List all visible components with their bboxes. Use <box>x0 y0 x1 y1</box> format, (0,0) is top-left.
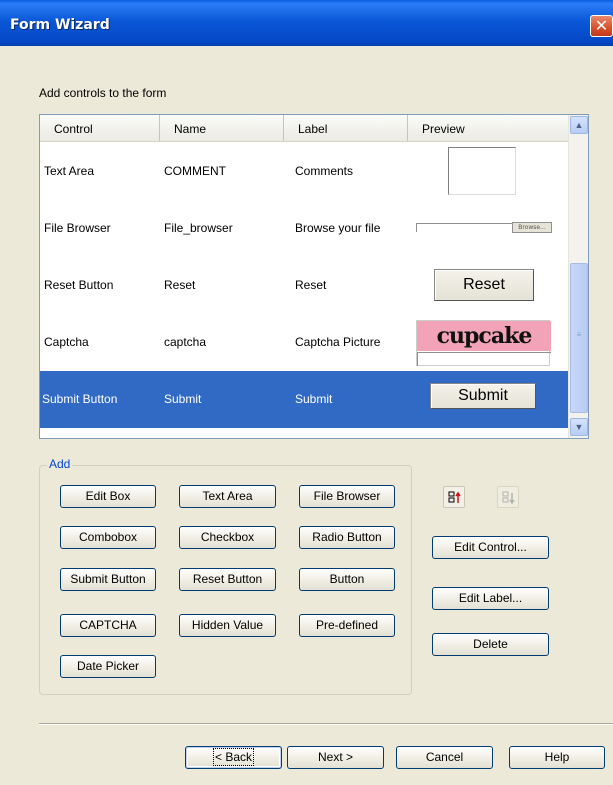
help-button[interactable]: Help <box>509 746 605 769</box>
add-pre-defined-button[interactable]: Pre-defined <box>299 614 395 637</box>
preview-file-browser: Browse... <box>416 222 552 234</box>
row-control: Captcha <box>44 335 89 349</box>
scroll-down-button[interactable]: ▼ <box>570 418 588 436</box>
row-control: Reset Button <box>44 278 114 292</box>
edit-label-button[interactable]: Edit Label... <box>432 587 549 610</box>
edit-control-button[interactable]: Edit Control... <box>432 536 549 559</box>
add-file-browser-button[interactable]: File Browser <box>299 485 395 508</box>
vertical-scrollbar[interactable]: ▲ ≡ ▼ <box>568 115 588 438</box>
add-combobox-button[interactable]: Combobox <box>60 526 156 549</box>
add-button-button[interactable]: Button <box>299 568 395 591</box>
grip-icon: ≡ <box>576 330 582 339</box>
table-row[interactable]: Reset Button Reset Reset Reset <box>40 257 568 314</box>
row-control: Submit Button <box>42 392 118 406</box>
window-title: Form Wizard <box>10 17 110 33</box>
move-up-icon <box>448 491 461 503</box>
add-text-area-button[interactable]: Text Area <box>179 485 276 508</box>
cancel-button[interactable]: Cancel <box>396 746 493 769</box>
move-down-button[interactable] <box>497 486 519 508</box>
add-date-picker-button[interactable]: Date Picker <box>60 655 156 678</box>
preview-captcha-input <box>417 352 551 366</box>
preview-textarea <box>448 147 516 195</box>
row-control: File Browser <box>44 221 111 235</box>
next-button[interactable]: Next > <box>287 746 384 769</box>
add-reset-button-button[interactable]: Reset Button <box>179 568 276 591</box>
add-submit-button-button[interactable]: Submit Button <box>60 568 156 591</box>
preview-browse-button: Browse... <box>512 222 552 233</box>
row-name: File_browser <box>164 221 233 235</box>
column-header-preview[interactable]: Preview <box>408 115 554 141</box>
title-bar[interactable]: Form Wizard ✕ <box>0 0 613 46</box>
column-header-control[interactable]: Control <box>40 115 160 141</box>
column-header-label[interactable]: Label <box>284 115 408 141</box>
footer-separator <box>39 723 613 725</box>
row-label: Submit <box>295 392 333 406</box>
row-label: Browse your file <box>295 221 381 235</box>
row-control: Text Area <box>44 164 95 178</box>
add-hidden-value-button[interactable]: Hidden Value <box>179 614 276 637</box>
instruction-text: Add controls to the form <box>39 86 167 100</box>
add-group-label: Add <box>47 457 73 471</box>
table-row[interactable]: File Browser File_browser Browse your fi… <box>40 200 568 257</box>
table-row[interactable]: Captcha captcha Captcha Picture cupcake <box>40 314 568 371</box>
row-name: Submit <box>164 392 202 406</box>
controls-grid[interactable]: Control Name Label Preview Text Area COM… <box>39 114 589 439</box>
move-up-button[interactable] <box>443 486 465 508</box>
close-icon: ✕ <box>594 16 609 35</box>
scroll-down-icon: ▼ <box>574 422 584 432</box>
add-checkbox-button[interactable]: Checkbox <box>179 526 276 549</box>
move-down-icon <box>502 491 515 505</box>
row-label: Captcha Picture <box>295 335 381 349</box>
form-wizard-window: Form Wizard ✕ Add controls to the form C… <box>0 0 613 785</box>
preview-reset-button: Reset <box>434 269 534 301</box>
row-name: Reset <box>164 278 196 292</box>
preview-captcha: cupcake <box>416 320 551 366</box>
table-row-selected[interactable]: Submit Button Submit Submit Submit <box>40 371 568 428</box>
scroll-thumb[interactable]: ≡ <box>570 263 588 413</box>
back-button[interactable]: < Back <box>185 746 282 769</box>
close-button[interactable]: ✕ <box>590 15 613 37</box>
captcha-image: cupcake <box>417 321 551 351</box>
grid-header: Control Name Label Preview <box>40 115 568 142</box>
column-header-name[interactable]: Name <box>160 115 284 141</box>
add-edit-box-button[interactable]: Edit Box <box>60 485 156 508</box>
table-row[interactable]: Text Area COMMENT Comments <box>40 143 568 200</box>
add-radio-button-button[interactable]: Radio Button <box>299 526 395 549</box>
preview-submit-button: Submit <box>430 383 536 409</box>
preview-file-input <box>416 223 514 232</box>
add-captcha-button[interactable]: CAPTCHA <box>60 614 156 637</box>
delete-button[interactable]: Delete <box>432 633 549 656</box>
scroll-up-icon: ▲ <box>574 120 584 130</box>
row-name: COMMENT <box>164 164 226 178</box>
row-name: captcha <box>164 335 207 349</box>
row-label: Comments <box>295 164 354 178</box>
scroll-up-button[interactable]: ▲ <box>570 116 588 134</box>
row-label: Reset <box>295 278 327 292</box>
